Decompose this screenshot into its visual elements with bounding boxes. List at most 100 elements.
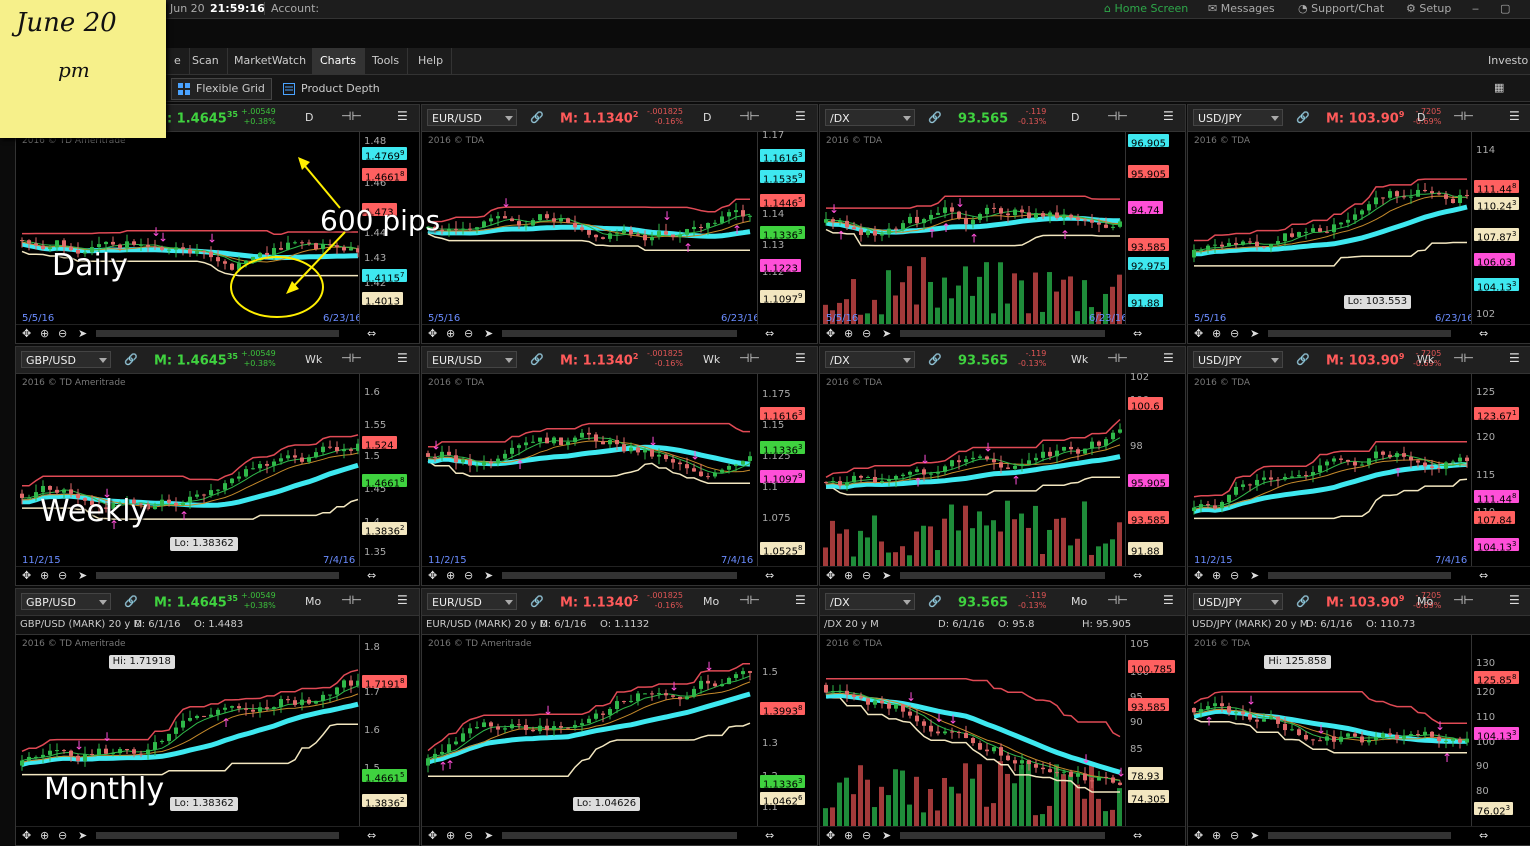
zoom-out-icon[interactable]: ⊖ [862, 327, 871, 340]
symbol-selector[interactable]: /DX [825, 351, 915, 368]
link-icon[interactable]: 🔗 [530, 353, 544, 366]
expand-icon[interactable]: ⇔ [367, 327, 376, 340]
horizontal-scrollbar[interactable] [1268, 572, 1451, 579]
style-icon[interactable]: ⊣⊢ [1453, 593, 1474, 609]
pan-icon[interactable]: ✥ [22, 829, 31, 842]
aggregation-period[interactable]: D [305, 111, 313, 124]
pan-icon[interactable]: ✥ [1194, 327, 1203, 340]
expand-icon[interactable]: ⇔ [1133, 829, 1142, 842]
cursor-icon[interactable]: ➤ [882, 569, 891, 582]
chart-panel[interactable]: EUR/USD 🔗 M: 1.13402 -.001825 -0.16% D ⊣⊢… [421, 104, 818, 344]
chart-panel[interactable]: USD/JPY 🔗 M: 103.909 -.7205 -0.69% Mo ⊣⊢ … [1187, 588, 1530, 846]
zoom-out-icon[interactable]: ⊖ [58, 829, 67, 842]
cursor-icon[interactable]: ➤ [484, 327, 493, 340]
zoom-in-icon[interactable]: ⊕ [40, 569, 49, 582]
aggregation-period[interactable]: Mo [305, 595, 321, 608]
expand-icon[interactable]: ⇔ [765, 829, 774, 842]
price-axis[interactable]: 130 120 110 100 90 80 125.858 104.133 76.023 [1471, 635, 1528, 827]
symbol-selector[interactable]: EUR/USD [427, 593, 517, 610]
pan-icon[interactable]: ✥ [826, 569, 835, 582]
link-icon[interactable]: 🔗 [928, 353, 942, 366]
symbol-selector[interactable]: GBP/USD [21, 351, 111, 368]
horizontal-scrollbar[interactable] [1268, 832, 1451, 839]
price-plot[interactable]: ↓↓ ↓ [16, 132, 359, 325]
account-label[interactable]: Account: [264, 2, 319, 15]
price-plot[interactable]: ↑ ↓ ↓ ↑ [820, 374, 1125, 567]
style-icon[interactable]: ⊣⊢ [341, 109, 362, 125]
price-plot[interactable]: ↓ ↓ ↓ ↓ ↓ [820, 635, 1125, 827]
price-plot[interactable]: ↓ ↑ ↓ ↓ [422, 374, 757, 567]
symbol-selector[interactable]: USD/JPY [1193, 109, 1283, 126]
zoom-in-icon[interactable]: ⊕ [844, 569, 853, 582]
symbol-selector[interactable]: /DX [825, 109, 915, 126]
chart-panel[interactable]: /DX 🔗 93.565 -.119 -0.13% D ⊣⊢ ☰ ↓ ↑ ↑ ↑ ↓ ↑ ↑ 2… [819, 104, 1186, 344]
price-axis[interactable]: 1.175 1.15 1.125 1.1 1.075 1.16163 1.13363 1.10… [757, 374, 814, 567]
pan-icon[interactable]: ✥ [428, 569, 437, 582]
menu-item-marketwatch[interactable]: MarketWatch [226, 48, 316, 74]
horizontal-scrollbar[interactable] [502, 572, 737, 579]
cursor-icon[interactable]: ➤ [1250, 569, 1259, 582]
flexible-grid-button[interactable]: Flexible Grid [171, 78, 272, 100]
zoom-in-icon[interactable]: ⊕ [446, 569, 455, 582]
zoom-out-icon[interactable]: ⊖ [862, 569, 871, 582]
chart-panel[interactable]: USD/JPY 🔗 M: 103.909 -.7205 -0.69% D ⊣⊢ ☰… [1187, 104, 1530, 344]
aggregation-period[interactable]: Mo [1417, 595, 1433, 608]
price-axis[interactable]: 1.81.71.61.51.719181.466151.38362 [359, 635, 416, 827]
aggregation-period[interactable]: Mo [1071, 595, 1087, 608]
menu-item-scan[interactable]: Scan [184, 48, 228, 74]
symbol-selector[interactable]: USD/JPY [1193, 593, 1283, 610]
setup-button[interactable]: ⚙ Setup [1406, 2, 1451, 15]
cursor-icon[interactable]: ➤ [882, 327, 891, 340]
zoom-out-icon[interactable]: ⊖ [1230, 569, 1239, 582]
horizontal-scrollbar[interactable] [96, 572, 339, 579]
link-icon[interactable]: 🔗 [1296, 595, 1310, 608]
horizontal-scrollbar[interactable] [502, 330, 737, 337]
pan-icon[interactable]: ✥ [428, 829, 437, 842]
pan-icon[interactable]: ✥ [826, 327, 835, 340]
zoom-in-icon[interactable]: ⊕ [844, 327, 853, 340]
price-axis[interactable]: 1.51.41.31.21.11.399381.133631.04626 [757, 635, 814, 827]
symbol-selector[interactable]: GBP/USD [21, 593, 111, 610]
style-icon[interactable]: ⊣⊢ [1107, 593, 1128, 609]
pan-icon[interactable]: ✥ [428, 327, 437, 340]
pan-icon[interactable]: ✥ [826, 829, 835, 842]
menu-item-help[interactable]: Help [410, 48, 453, 74]
expand-icon[interactable]: ⇔ [1133, 327, 1142, 340]
horizontal-scrollbar[interactable] [1268, 330, 1451, 337]
link-icon[interactable]: 🔗 [1296, 111, 1310, 124]
style-icon[interactable]: ⊣⊢ [341, 593, 362, 609]
menu-icon[interactable]: ☰ [1509, 109, 1523, 125]
price-axis[interactable]: 114 102 111.448 110.243 107.873 106.03 104.133 [1471, 132, 1528, 325]
zoom-out-icon[interactable]: ⊖ [464, 327, 473, 340]
zoom-in-icon[interactable]: ⊕ [40, 327, 49, 340]
zoom-out-icon[interactable]: ⊖ [464, 829, 473, 842]
menu-icon[interactable]: ☰ [1163, 109, 1177, 125]
aggregation-period[interactable]: Wk [703, 353, 720, 366]
price-axis[interactable]: 10510095908580100.78593.58578.9374.305 [1125, 635, 1182, 827]
expand-icon[interactable]: ⇔ [1479, 327, 1488, 340]
zoom-out-icon[interactable]: ⊖ [58, 327, 67, 340]
expand-icon[interactable]: ⇔ [1133, 569, 1142, 582]
pan-icon[interactable]: ✥ [1194, 829, 1203, 842]
zoom-in-icon[interactable]: ⊕ [844, 829, 853, 842]
horizontal-scrollbar[interactable] [900, 330, 1105, 337]
menu-icon[interactable]: ☰ [1163, 351, 1177, 367]
price-axis[interactable]: 96.905 95.905 94.74 93.585 92.975 91.88 [1125, 132, 1182, 325]
expand-icon[interactable]: ⇔ [765, 327, 774, 340]
menu-icon[interactable]: ☰ [397, 593, 411, 609]
symbol-selector[interactable]: USD/JPY [1193, 351, 1283, 368]
chart-panel[interactable]: GBP/USD 🔗 M: 1.464535 +.00549 +0.38% Wk ⊣… [15, 346, 420, 586]
menu-icon[interactable]: ☰ [795, 109, 809, 125]
style-icon[interactable]: ⊣⊢ [739, 109, 760, 125]
zoom-in-icon[interactable]: ⊕ [446, 327, 455, 340]
menu-item-tools[interactable]: Tools [364, 48, 409, 74]
pan-icon[interactable]: ✥ [22, 569, 31, 582]
cursor-icon[interactable]: ➤ [78, 327, 87, 340]
symbol-selector[interactable]: EUR/USD [427, 351, 517, 368]
price-axis[interactable]: 125120115110123.671111.448107.84104.133 [1471, 374, 1528, 567]
horizontal-scrollbar[interactable] [502, 832, 737, 839]
aggregation-period[interactable]: D [703, 111, 711, 124]
zoom-out-icon[interactable]: ⊖ [862, 829, 871, 842]
zoom-in-icon[interactable]: ⊕ [1212, 327, 1221, 340]
support-chat-button[interactable]: ◔ Support/Chat [1298, 2, 1384, 15]
